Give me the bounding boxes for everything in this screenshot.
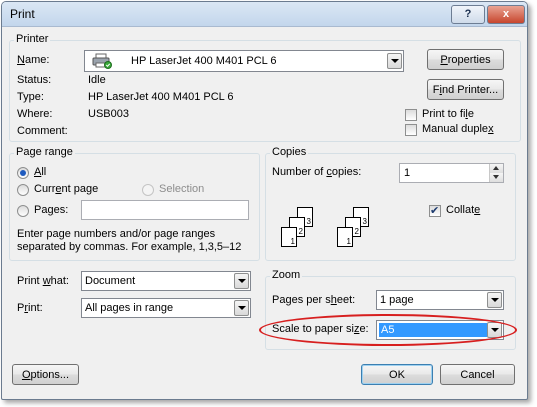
manual-duplex-label[interactable]: Manual duplex — [422, 123, 494, 135]
print-dialog: Print ? x Printer Name: HP LaserJet 400 … — [1, 1, 528, 400]
close-button[interactable]: x — [487, 5, 525, 24]
name-label: Name: — [17, 54, 50, 66]
printer-name-value: HP LaserJet 400 M401 PCL 6 — [131, 55, 277, 67]
scale-to-paper-size-select[interactable]: A5 — [376, 320, 504, 340]
zoom-group-label: Zoom — [270, 269, 303, 281]
scale-selection-highlight — [379, 323, 487, 337]
current-page-radio[interactable] — [17, 184, 29, 196]
page-range-group-label: Page range — [14, 146, 75, 158]
properties-button[interactable]: Properties — [427, 49, 504, 70]
collate-page-1a: 1 — [281, 227, 297, 247]
collate-checkbox[interactable] — [429, 204, 441, 217]
help-button[interactable]: ? — [451, 5, 485, 24]
pages-per-sheet-label: Pages per sheet: — [272, 294, 356, 306]
where-label: Where: — [17, 108, 53, 120]
print-value: All pages in range — [85, 302, 174, 314]
printer-group-label: Printer — [14, 33, 51, 45]
status-label: Status: — [17, 74, 52, 86]
print-what-label: Print what: — [17, 275, 69, 287]
all-label[interactable]: All — [34, 166, 46, 178]
spin-up-icon[interactable] — [490, 164, 503, 173]
pages-per-sheet-select[interactable]: 1 page — [376, 290, 504, 310]
current-page-label[interactable]: Current page — [34, 183, 98, 195]
title-bar: Print ? x — [2, 2, 527, 27]
window-title: Print — [10, 7, 35, 21]
manual-duplex-checkbox[interactable] — [405, 124, 417, 136]
print-what-value: Document — [85, 275, 136, 287]
pages-label[interactable]: Pages: — [34, 204, 68, 216]
print-to-file-label[interactable]: Print to file — [422, 108, 474, 120]
number-of-copies-label: Number of copies: — [272, 166, 362, 178]
selection-radio[interactable] — [142, 184, 154, 196]
printer-icon — [92, 53, 112, 69]
pages-per-sheet-value: 1 page — [380, 294, 414, 306]
chevron-down-icon[interactable] — [387, 53, 402, 69]
print-label: Print: — [17, 302, 43, 314]
print-select[interactable]: All pages in range — [81, 298, 251, 318]
options-button[interactable]: Options... — [12, 364, 79, 385]
page-range-help-line1: Enter page numbers and/or page ranges — [17, 228, 216, 240]
printer-name-select[interactable]: HP LaserJet 400 M401 PCL 6 — [84, 50, 404, 72]
copies-group-label: Copies — [270, 146, 309, 158]
print-to-file-checkbox[interactable] — [405, 109, 417, 121]
copies-value: 1 — [404, 167, 411, 179]
ok-button[interactable]: OK — [361, 364, 433, 385]
pages-input[interactable] — [81, 200, 249, 220]
collate-label[interactable]: Collate — [446, 204, 480, 216]
type-value: HP LaserJet 400 M401 PCL 6 — [88, 91, 234, 103]
scale-to-paper-size-label: Scale to paper size: — [272, 323, 369, 335]
type-label: Type: — [17, 91, 44, 103]
all-radio[interactable] — [17, 167, 29, 179]
where-value: USB003 — [88, 108, 129, 120]
scale-value: A5 — [381, 324, 395, 336]
selection-label: Selection — [159, 183, 205, 195]
comment-label: Comment: — [17, 125, 68, 137]
find-printer-button[interactable]: Find Printer... — [427, 79, 504, 100]
chevron-down-icon[interactable] — [487, 322, 502, 338]
print-what-select[interactable]: Document — [81, 271, 251, 291]
chevron-down-icon[interactable] — [234, 300, 249, 316]
spin-down-icon[interactable] — [490, 173, 503, 182]
pages-radio[interactable] — [17, 205, 29, 217]
chevron-down-icon[interactable] — [234, 273, 249, 289]
copies-input[interactable]: 1 — [399, 163, 504, 183]
cancel-button[interactable]: Cancel — [440, 364, 515, 385]
page-range-help-line2: separated by commas. For example, 1,3,5–… — [17, 241, 242, 253]
copies-spinner[interactable] — [489, 164, 503, 182]
collate-page-1b: 1 — [337, 227, 353, 247]
status-value: Idle — [88, 74, 106, 86]
chevron-down-icon[interactable] — [487, 292, 502, 308]
